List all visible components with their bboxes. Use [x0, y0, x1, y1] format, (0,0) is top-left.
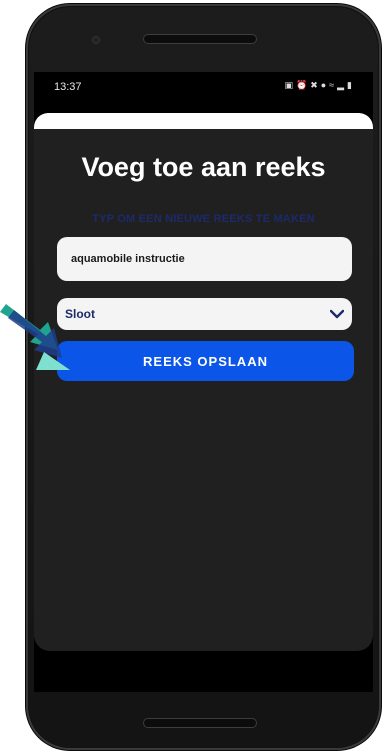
dialog-header-strip	[34, 113, 373, 129]
location-icon: ●	[320, 80, 330, 90]
battery-icon: ▮	[347, 80, 355, 90]
status-time: 13:37	[54, 81, 82, 93]
notification-icon: ▣	[284, 80, 296, 90]
new-series-hint: TYP OM EEN NIEUWE REEKS TE MAKEN	[92, 213, 315, 225]
phone-screen: 13:37 ▣⏰✖●≈▂▮ Voeg toe aan reeks TYP OM …	[34, 72, 373, 692]
mute-icon: ✖	[310, 80, 321, 90]
category-select[interactable]: Sloot	[57, 298, 352, 330]
add-to-series-dialog: Voeg toe aan reeks TYP OM EEN NIEUWE REE…	[34, 113, 373, 651]
chevron-down-icon	[330, 309, 344, 319]
navigation-bar-area	[34, 651, 373, 692]
series-name-input[interactable]: aquamobile instructie	[57, 237, 352, 281]
wifi-icon: ≈	[329, 80, 338, 90]
bottom-speaker-grille	[144, 719, 256, 727]
status-bar: 13:37 ▣⏰✖●≈▂▮	[34, 72, 373, 102]
status-icons: ▣⏰✖●≈▂▮	[284, 80, 355, 91]
signal-icon: ▂	[337, 80, 348, 90]
dialog-title: Voeg toe aan reeks	[81, 152, 326, 182]
top-speaker-grille	[144, 35, 256, 43]
alarm-icon: ⏰	[295, 80, 311, 90]
pointer-arrow-icon	[0, 304, 70, 370]
front-camera	[92, 36, 100, 44]
save-series-button[interactable]: REEKS OPSLAAN	[57, 341, 354, 381]
